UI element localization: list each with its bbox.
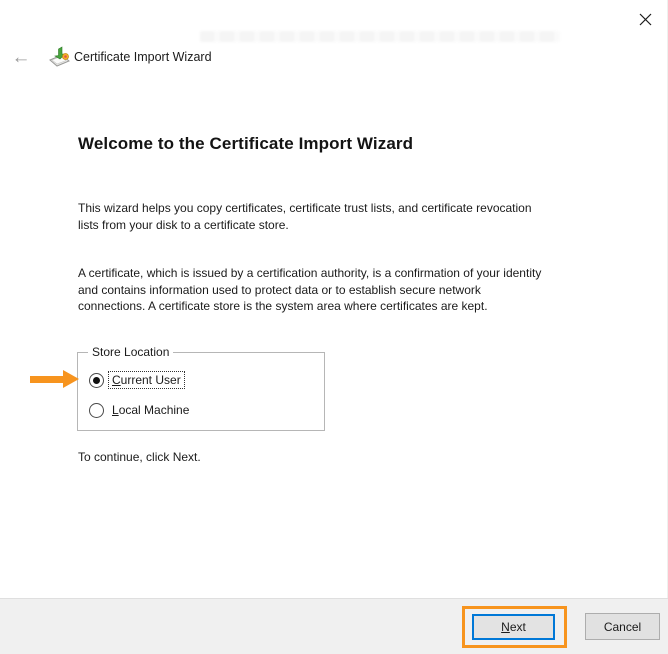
intro-paragraph-line1: This wizard helps you copy certificates,… bbox=[78, 201, 532, 215]
continue-instruction: To continue, click Next. bbox=[78, 450, 201, 464]
annotation-arrow-icon bbox=[30, 370, 80, 389]
radio-current-user[interactable]: Current User bbox=[89, 371, 185, 389]
back-arrow-icon[interactable]: ← bbox=[8, 46, 34, 70]
certificate-description-paragraph: A certificate, which is issued by a cert… bbox=[78, 265, 541, 315]
radio-current-user-label[interactable]: Current User bbox=[108, 371, 185, 389]
radio-local-machine-label[interactable]: Local Machine bbox=[109, 402, 192, 418]
certificate-description-line3: connections. A certificate store is the … bbox=[78, 299, 488, 313]
next-button[interactable]: Next bbox=[472, 614, 555, 640]
radio-current-user-circle[interactable] bbox=[89, 372, 104, 388]
close-icon bbox=[639, 13, 651, 25]
certificate-import-icon bbox=[47, 45, 71, 69]
radio-local-machine-circle[interactable] bbox=[89, 402, 104, 418]
store-location-group-label: Store Location bbox=[88, 345, 174, 359]
page-heading: Welcome to the Certificate Import Wizard bbox=[78, 134, 414, 153]
store-location-groupbox: Store Location Current User Local Machin… bbox=[77, 345, 325, 431]
intro-paragraph: This wizard helps you copy certificates,… bbox=[78, 200, 532, 233]
certificate-description-line2: and contains information used to protect… bbox=[78, 282, 481, 297]
faded-titlebar-artifact bbox=[200, 31, 560, 42]
intro-paragraph-line2: lists from your disk to a certificate st… bbox=[78, 217, 289, 232]
footer-bar bbox=[0, 598, 668, 654]
cancel-button[interactable]: Cancel bbox=[585, 613, 660, 640]
close-button[interactable] bbox=[635, 9, 655, 29]
wizard-title: Certificate Import Wizard bbox=[74, 50, 212, 64]
radio-local-machine[interactable]: Local Machine bbox=[89, 402, 192, 418]
certificate-import-wizard-window: { "header": { "title": "Certificate Impo… bbox=[0, 0, 668, 654]
certificate-description-line1: A certificate, which is issued by a cert… bbox=[78, 266, 542, 280]
